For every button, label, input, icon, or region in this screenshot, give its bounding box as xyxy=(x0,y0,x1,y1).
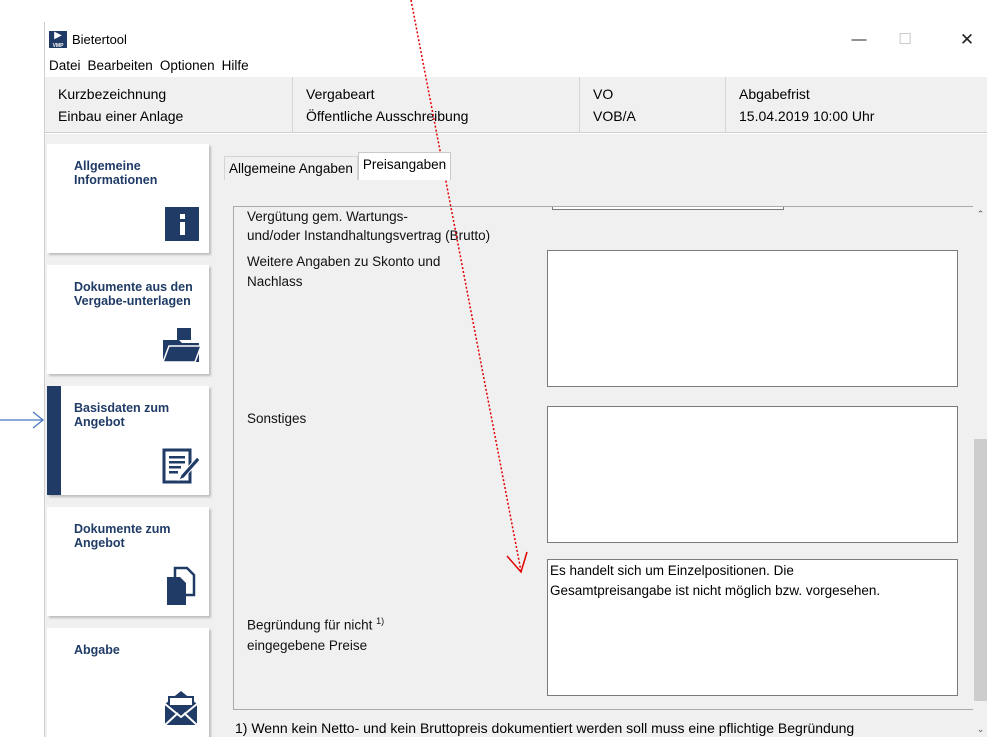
vergabeart-field: Vergabeart Öffentliche Ausschreibung xyxy=(292,77,579,133)
close-button[interactable]: ✕ xyxy=(945,28,987,52)
abgabefrist-field: Abgabefrist 15.04.2019 10:00 Uhr xyxy=(725,77,987,133)
maximize-button[interactable]: ☐ xyxy=(883,28,927,52)
scrollbar-thumb[interactable] xyxy=(974,439,987,701)
sidebar-item-abgabe[interactable]: Abgabe xyxy=(47,628,209,737)
begruendung-label: Begründung für nicht 1) eingegebene Prei… xyxy=(247,611,384,656)
tab-bar: Allgemeine Angaben Preisangaben xyxy=(224,152,452,180)
vergabeart-label: Vergabeart xyxy=(306,86,375,102)
sidebar-item-label: Allgemeine Informationen xyxy=(74,159,158,187)
envelope-icon xyxy=(164,691,198,726)
sonstiges-textarea[interactable] xyxy=(547,406,958,543)
title-bar: ▶ VMP Bietertool — ☐ ✕ xyxy=(45,22,987,54)
vertical-scrollbar[interactable]: ⌃ ⌄ xyxy=(973,206,987,737)
app-logo-icon: ▶ VMP xyxy=(49,31,67,49)
sidebar-item-dokumente-zum-angebot[interactable]: Dokumente zum Angebot xyxy=(47,507,209,616)
sonstiges-label: Sonstiges xyxy=(247,411,307,426)
blue-arrow-annotation xyxy=(0,411,45,429)
preisangaben-panel: Vergütung gem. Wartungs- und/oder Instan… xyxy=(233,206,974,710)
menu-bar: Datei Bearbeiten Optionen Hilfe xyxy=(45,56,987,76)
skonto-label: Weitere Angaben zu Skonto und Nachlass xyxy=(247,254,441,289)
vo-field: VO VOB/A xyxy=(579,77,725,133)
scroll-up-icon[interactable]: ⌃ xyxy=(973,206,987,222)
menu-optionen[interactable]: Optionen xyxy=(156,56,218,76)
documents-icon xyxy=(167,566,196,605)
verguetung-input[interactable] xyxy=(552,207,784,210)
window-title: Bietertool xyxy=(72,32,127,47)
sidebar-item-label: Dokumente aus den Vergabe-unterlagen xyxy=(74,280,193,308)
sidebar-item-basisdaten-angebot[interactable]: Basisdaten zum Angebot xyxy=(47,386,209,495)
sidebar-item-dokumente-vergabeunterlagen[interactable]: Dokumente aus den Vergabe-unterlagen xyxy=(47,265,209,374)
vo-value: VOB/A xyxy=(593,108,636,124)
verguetung-label: Vergütung gem. Wartungs- und/oder Instan… xyxy=(247,209,491,243)
kurzbezeichnung-value: Einbau einer Anlage xyxy=(58,108,184,124)
edit-document-icon xyxy=(162,448,201,484)
footnote-text: 1) Wenn kein Netto- und kein Bruttopreis… xyxy=(235,720,855,736)
sidebar-item-allgemeine-informationen[interactable]: Allgemeine Informationen xyxy=(47,144,209,253)
kurzbezeichnung-field: Kurzbezeichnung Einbau einer Anlage xyxy=(45,77,292,133)
sidebar-item-label: Abgabe xyxy=(74,643,120,657)
begruendung-label-line2: eingegebene Preise xyxy=(247,637,368,653)
info-icon xyxy=(165,207,199,241)
begruendung-label-line1: Begründung für nicht xyxy=(247,617,373,633)
tab-preisangaben[interactable]: Preisangaben xyxy=(357,152,452,180)
sidebar-item-label: Basisdaten zum Angebot xyxy=(74,401,170,429)
tender-info-band: Kurzbezeichnung Einbau einer Anlage Verg… xyxy=(45,77,987,133)
vo-label: VO xyxy=(593,86,614,102)
scroll-down-icon[interactable]: ⌄ xyxy=(973,721,987,737)
abgabefrist-value: 15.04.2019 10:00 Uhr xyxy=(739,108,875,124)
minimize-button[interactable]: — xyxy=(837,28,881,52)
begruendung-textarea[interactable]: Es handelt sich um Einzelpositionen. Die… xyxy=(547,559,958,696)
folder-icon xyxy=(161,328,201,363)
menu-hilfe[interactable]: Hilfe xyxy=(218,56,252,76)
kurzbezeichnung-label: Kurzbezeichnung xyxy=(58,86,167,102)
skonto-textarea[interactable] xyxy=(547,250,958,387)
menu-bearbeiten[interactable]: Bearbeiten xyxy=(84,56,156,76)
main-content: Allgemeine Angaben Preisangaben Vergütun… xyxy=(218,134,987,737)
tab-allgemeine-angaben[interactable]: Allgemeine Angaben xyxy=(224,156,358,180)
bietertool-window: ▶ VMP Bietertool — ☐ ✕ Datei Bearbeiten O… xyxy=(44,22,987,737)
sidebar-item-label: Dokumente zum Angebot xyxy=(74,522,171,550)
sidebar-nav: Allgemeine Informationen Dokumente aus d… xyxy=(45,134,218,737)
footnote-marker: 1) xyxy=(376,616,385,626)
abgabefrist-label: Abgabefrist xyxy=(739,86,810,102)
vergabeart-value: Öffentliche Ausschreibung xyxy=(306,108,469,124)
menu-datei[interactable]: Datei xyxy=(45,56,84,76)
